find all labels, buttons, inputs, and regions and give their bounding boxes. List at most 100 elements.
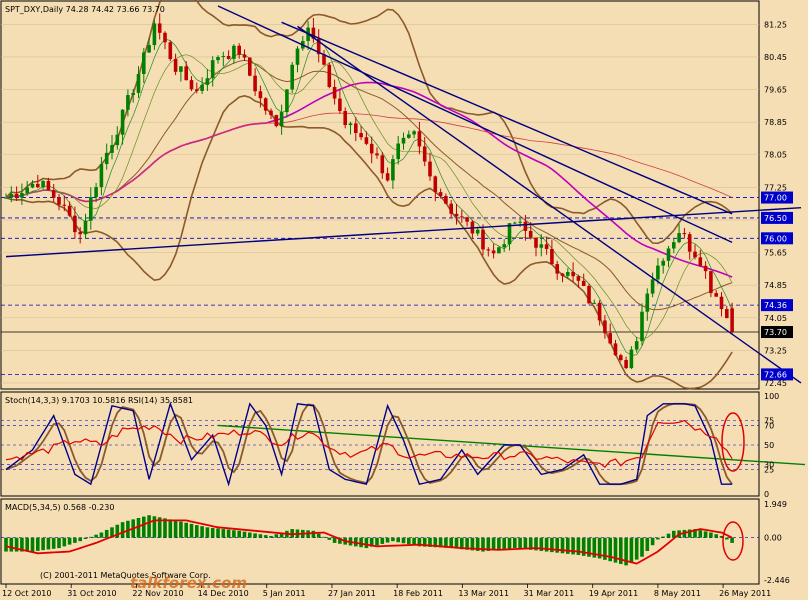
candle-body <box>126 95 130 110</box>
macd-bar <box>274 534 279 538</box>
macd-bar <box>67 537 72 545</box>
macd-bar <box>189 523 194 538</box>
candle-body <box>597 302 602 321</box>
candle-body <box>25 187 29 194</box>
candle-body <box>629 349 634 369</box>
candle-body <box>73 215 77 233</box>
candle-body <box>221 56 226 58</box>
candle-body <box>401 137 406 144</box>
macd-bar <box>523 537 528 550</box>
candle-body <box>650 279 655 294</box>
candle-body <box>338 98 342 111</box>
candle-body <box>730 308 734 333</box>
candle-body <box>444 195 448 204</box>
candle-body <box>9 193 14 198</box>
candle-body <box>513 222 517 224</box>
candle-body <box>428 161 432 177</box>
date-tick-label: 31 Mar 2011 <box>524 589 575 598</box>
candle-body <box>380 155 385 174</box>
candle-body <box>20 193 24 198</box>
candle-body <box>41 180 45 188</box>
price-level-label: 73.70 <box>764 328 787 337</box>
candle-body <box>523 221 528 231</box>
stoch-panel <box>0 391 760 497</box>
candle-body <box>62 204 67 206</box>
stoch-tick-label: 70 <box>764 421 774 430</box>
candle-body <box>640 311 644 342</box>
macd-bar <box>57 537 61 549</box>
candle-body <box>603 320 607 334</box>
candle-body <box>407 134 411 138</box>
macd-bar <box>650 537 655 546</box>
candle-body <box>592 302 597 304</box>
candle-body <box>78 232 82 235</box>
candle-body <box>497 247 501 254</box>
macd-bar <box>518 537 522 549</box>
price-tick-label: 73.25 <box>764 346 787 355</box>
candle-body <box>677 233 681 243</box>
macd-bar <box>634 537 639 560</box>
candle-body <box>147 45 151 53</box>
candle-body <box>120 109 125 135</box>
macd-bar <box>661 536 665 538</box>
candle-body <box>14 193 19 198</box>
macd-bar <box>656 537 660 540</box>
macd-bar <box>502 537 506 550</box>
watermark-text: talkforex.com <box>130 574 247 592</box>
macd-bar <box>104 529 109 538</box>
candle-body <box>354 123 358 134</box>
macd-bar <box>385 537 390 543</box>
macd-bar <box>232 530 236 538</box>
macd-bar <box>221 529 226 538</box>
macd-bar <box>226 529 231 538</box>
macd-bar <box>391 537 395 542</box>
date-tick-label: 31 Oct 2010 <box>67 589 116 598</box>
date-tick-label: 5 Jan 2011 <box>263 589 306 598</box>
candle-body <box>110 145 114 153</box>
candle-body <box>544 244 549 249</box>
price-level-label: 72.66 <box>764 370 787 379</box>
candle-body <box>417 131 422 147</box>
candle-body <box>226 56 231 59</box>
stoch-tick-label: 50 <box>764 441 774 450</box>
candle-body <box>502 244 506 248</box>
candle-body <box>385 173 390 181</box>
candle-body <box>4 197 8 199</box>
date-tick-label: 19 Apr 2011 <box>589 589 638 598</box>
candle-body <box>163 32 167 43</box>
candle-body <box>661 260 665 266</box>
macd-bar <box>78 537 82 542</box>
candle-body <box>83 220 88 235</box>
candle-body <box>725 309 729 319</box>
stoch-header: Stoch(14,3,3) 9.1703 10.5816 RSI(14) 35.… <box>5 396 193 405</box>
price-tick-label: 74.85 <box>764 281 787 290</box>
macd-bar <box>237 530 241 538</box>
macd-bar <box>9 537 14 552</box>
macd-bar <box>94 534 98 538</box>
macd-bar <box>359 537 363 548</box>
macd-bar <box>248 532 252 538</box>
macd-bar <box>41 537 45 551</box>
macd-bar <box>730 537 734 543</box>
candle-body <box>666 248 671 261</box>
candle-body <box>364 137 369 144</box>
macd-bar <box>629 537 634 563</box>
candle-body <box>486 249 491 251</box>
macd-bar <box>89 536 93 538</box>
price-level-label: 76.00 <box>764 234 787 243</box>
macd-bar <box>120 522 125 538</box>
candle-body <box>587 285 591 304</box>
candle-body <box>369 143 374 154</box>
candle-body <box>115 134 120 146</box>
candle-body <box>672 242 676 249</box>
macd-bar <box>242 531 247 538</box>
candle-body <box>327 64 332 87</box>
macd-bar <box>714 534 718 538</box>
candle-body <box>263 98 268 111</box>
candle-body <box>576 276 581 281</box>
macd-bar <box>640 537 644 557</box>
price-header: SPT_DXY,Daily 74.28 74.42 73.66 73.70 <box>5 5 165 14</box>
macd-bar <box>364 537 369 549</box>
candle-body <box>237 45 241 55</box>
date-tick-label: 8 May 2011 <box>654 589 701 598</box>
